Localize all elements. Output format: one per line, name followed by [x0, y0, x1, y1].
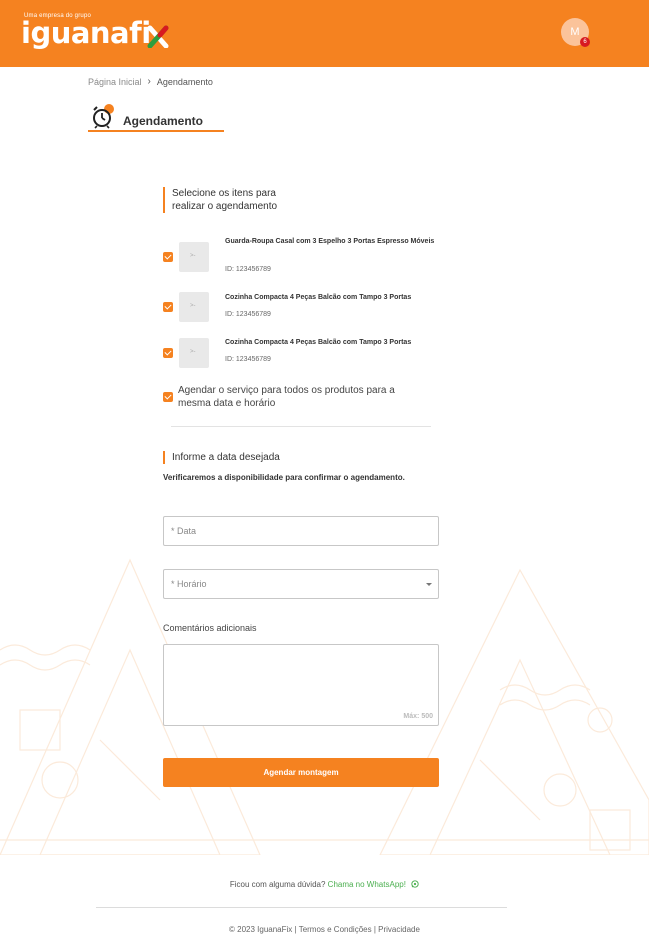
date-field[interactable]: * Data [163, 516, 439, 546]
list-item: >- Cozinha Compacta 4 Peças Balcão com T… [163, 338, 438, 378]
time-select[interactable]: * Horário [163, 569, 439, 599]
whatsapp-link[interactable]: Chama no WhatsApp! [328, 880, 406, 889]
product-thumbnail: >- [179, 338, 209, 368]
header: Uma empresa do grupo iguanafi M 6 [0, 0, 649, 67]
image-placeholder-icon: >- [190, 253, 196, 259]
time-placeholder: * Horário [171, 579, 207, 589]
items-label-line2: realizar o agendamento [172, 201, 278, 212]
items-label-line1: Selecione os itens para [172, 188, 276, 199]
item-checkbox[interactable] [163, 252, 173, 262]
terms-link[interactable]: Termos e Condições [299, 925, 372, 934]
copyright: © 2023 IguanaFix [229, 925, 293, 934]
item-checkbox[interactable] [163, 348, 173, 358]
schedule-all-checkbox[interactable] [163, 392, 173, 402]
product-thumbnail: >- [179, 242, 209, 272]
brand-logo[interactable]: iguanafi [21, 16, 151, 50]
help-question: Ficou com alguma dúvida? [229, 880, 326, 889]
chevron-right-icon: › [147, 76, 151, 87]
date-help-text: Verificaremos a disponibilidade para con… [163, 473, 405, 482]
notification-badge: 6 [580, 37, 590, 47]
item-name: Guarda-Roupa Casal com 3 Espelho 3 Porta… [225, 238, 435, 245]
breadcrumb-home-link[interactable]: Página Inicial [88, 77, 142, 87]
section-divider [171, 426, 431, 427]
footer: © 2023 IguanaFix | Termos e Condições | … [0, 925, 649, 934]
page-title-block: Agendamento [88, 101, 224, 132]
item-name: Cozinha Compacta 4 Peças Balcão com Tamp… [225, 339, 412, 346]
footer-divider [96, 907, 507, 908]
privacy-link[interactable]: Privacidade [378, 925, 420, 934]
date-section-label: Informe a data desejada [163, 451, 280, 464]
page-title: Agendamento [123, 114, 204, 128]
footer-sep: | [294, 925, 297, 934]
list-item: >- Cozinha Compacta 4 Peças Balcão com T… [163, 292, 438, 332]
breadcrumb: Página Inicial › Agendamento [88, 76, 213, 87]
schedule-submit-button[interactable]: Agendar montagem [163, 758, 439, 787]
item-id: ID: 123456789 [225, 266, 271, 273]
comments-label: Comentários adicionais [163, 623, 257, 633]
breadcrumb-current: Agendamento [156, 76, 213, 87]
schedule-all-label: Agendar o serviço para todos os produtos… [178, 385, 395, 409]
item-id: ID: 123456789 [225, 356, 271, 363]
whatsapp-icon [411, 880, 419, 888]
product-thumbnail: >- [179, 292, 209, 322]
date-placeholder: * Data [171, 526, 197, 536]
chevron-down-icon [426, 583, 432, 586]
logo-x-icon [147, 25, 169, 48]
list-item: >- Guarda-Roupa Casal com 3 Espelho 3 Po… [163, 238, 438, 280]
alarm-clock-icon [93, 104, 114, 129]
item-id: ID: 123456789 [225, 311, 271, 318]
image-placeholder-icon: >- [190, 303, 196, 309]
footer-sep: | [373, 925, 376, 934]
char-counter: Máx: 500 [403, 713, 433, 720]
image-placeholder-icon: >- [190, 349, 196, 355]
comments-textarea[interactable]: Máx: 500 [163, 644, 439, 726]
item-name: Cozinha Compacta 4 Peças Balcão com Tamp… [225, 294, 412, 301]
item-checkbox[interactable] [163, 302, 173, 312]
items-section-label: Selecione os itens para realizar o agend… [163, 187, 277, 213]
help-line: Ficou com alguma dúvida? Chama no WhatsA… [0, 880, 649, 889]
